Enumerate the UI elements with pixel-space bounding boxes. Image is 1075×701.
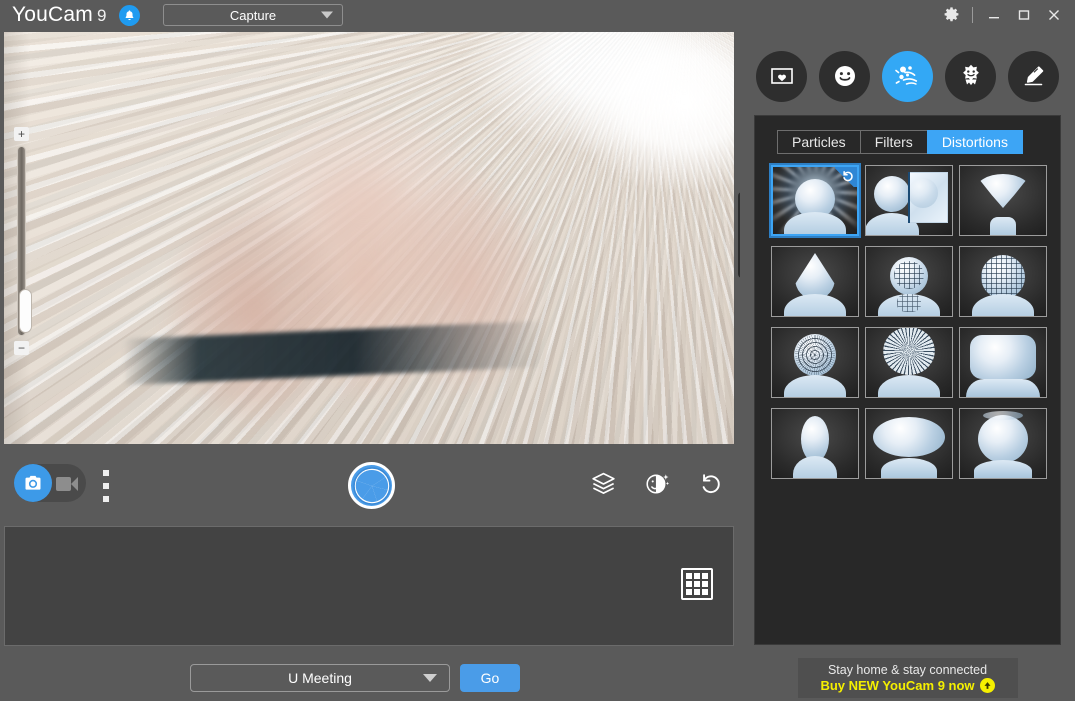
brand-version: 9 — [96, 6, 107, 25]
brand-name: YouCam — [12, 3, 93, 26]
promo-banner[interactable]: Stay home & stay connected Buy NEW YouCa… — [797, 658, 1018, 698]
effect-type-tabs: Particles Filters Distortions — [777, 130, 1023, 154]
effect-body — [990, 217, 1016, 235]
effect-body — [972, 294, 1034, 316]
effect-body — [784, 294, 846, 316]
zoom-slider[interactable]: + − — [14, 127, 32, 355]
particles-icon[interactable] — [882, 50, 933, 102]
promo-line-2[interactable]: Buy NEW YouCam 9 now — [820, 678, 995, 693]
meeting-app-label: U Meeting — [288, 670, 352, 686]
capture-gallery-strip[interactable] — [4, 526, 734, 646]
effects-panel: Particles Filters Distortions — [754, 115, 1061, 645]
window-controls-separator — [972, 7, 973, 23]
zoom-in-button[interactable]: + — [14, 127, 29, 141]
reset-rotate-icon[interactable] — [696, 468, 726, 498]
draw-icon[interactable] — [1008, 50, 1059, 102]
effect-body — [966, 379, 1040, 397]
zoom-slider-thumb[interactable] — [19, 289, 32, 333]
mesh-overlay — [894, 261, 924, 289]
preview-light-source — [564, 32, 734, 192]
maximize-icon[interactable] — [1009, 0, 1039, 30]
main-pane: YouCam 9 Capture + − U Meeting Go — [0, 0, 740, 701]
effect-thumb-grid-sphere[interactable] — [959, 246, 1047, 317]
capture-mode-dropdown[interactable]: Capture — [163, 4, 343, 26]
zoom-out-button[interactable]: − — [14, 341, 29, 355]
zoom-slider-track[interactable] — [17, 146, 32, 336]
effect-thumb-bubble-head[interactable] — [959, 408, 1047, 479]
effect-thumb-funnel[interactable] — [959, 165, 1047, 236]
bubble-highlight — [983, 411, 1023, 420]
shutter-aperture-icon[interactable] — [348, 462, 395, 509]
effect-thumb-light-burst[interactable] — [769, 163, 861, 238]
effect-thumb-narrow-head[interactable] — [771, 408, 859, 479]
effect-thumbnail-grid — [769, 163, 1047, 479]
effect-category-bar — [756, 48, 1059, 104]
effect-head — [873, 417, 945, 457]
more-vertical-icon[interactable] — [103, 470, 109, 502]
effect-thumb-square-head[interactable] — [959, 327, 1047, 398]
effect-thumb-pinch-mesh[interactable] — [771, 327, 859, 398]
avatar-icon[interactable] — [945, 50, 996, 102]
preview-subject-hand — [164, 112, 584, 444]
meeting-app-dropdown[interactable]: U Meeting — [190, 664, 450, 692]
emotion-icon[interactable] — [819, 50, 870, 102]
beautify-face-icon[interactable] — [642, 468, 672, 498]
effect-thumb-swirl[interactable] — [865, 327, 953, 398]
video-camera-icon[interactable] — [56, 476, 78, 491]
footer-bar: U Meeting Go — [0, 655, 740, 701]
pinch-grid-overlay — [795, 335, 835, 375]
youcam-app-window: YouCam 9 Capture + − U Meeting Go Partic… — [0, 0, 1075, 701]
tab-filters[interactable]: Filters — [859, 130, 928, 154]
grid-view-icon[interactable] — [681, 568, 713, 600]
grid-overlay — [981, 255, 1025, 299]
swirl-overlay — [883, 328, 935, 376]
effect-head — [970, 335, 1036, 379]
reset-rotate-icon[interactable] — [835, 167, 857, 187]
effect-thumb-mirror[interactable] — [865, 165, 953, 236]
minimize-icon[interactable] — [979, 0, 1009, 30]
frames-icon[interactable] — [756, 50, 807, 102]
tab-distortions[interactable]: Distortions — [926, 130, 1023, 154]
effect-thumb-wide-head[interactable] — [865, 408, 953, 479]
video-preview[interactable] — [4, 32, 734, 444]
effect-tool-group — [588, 468, 726, 498]
tab-particles[interactable]: Particles — [777, 130, 861, 154]
capture-mode-toggle[interactable] — [14, 464, 86, 502]
effect-thumb-mesh-face[interactable] — [865, 246, 953, 317]
effect-body — [784, 375, 846, 397]
effect-body — [878, 375, 940, 397]
gear-icon[interactable] — [936, 0, 966, 30]
effect-head — [795, 253, 835, 299]
effect-head-reflection — [907, 178, 938, 208]
close-icon[interactable] — [1039, 0, 1069, 30]
promo-cta-label: Buy NEW YouCam 9 now — [820, 678, 975, 693]
mirror-axis — [908, 172, 910, 223]
effect-body — [881, 458, 937, 478]
chevron-down-icon — [423, 674, 437, 682]
chevron-down-icon — [321, 11, 333, 19]
layers-icon[interactable] — [588, 468, 618, 498]
effect-head — [975, 174, 1031, 208]
arrow-up-circle-icon — [979, 678, 995, 693]
go-button[interactable]: Go — [460, 664, 520, 692]
camera-icon[interactable] — [14, 464, 52, 502]
title-bar: YouCam 9 Capture — [0, 0, 740, 30]
bell-icon[interactable] — [118, 4, 140, 26]
effect-head — [978, 415, 1028, 463]
effects-pane: Particles Filters Distortions Stay home … — [740, 0, 1075, 701]
capture-mode-label: Capture — [229, 7, 277, 23]
window-controls — [936, 0, 1069, 30]
effect-head — [873, 176, 910, 212]
effect-body — [974, 460, 1032, 478]
effect-body — [793, 456, 837, 478]
app-logo: YouCam 9 — [12, 3, 140, 27]
promo-line-1: Stay home & stay connected — [827, 663, 988, 677]
mesh-overlay-lower — [897, 294, 921, 312]
effect-thumb-cone-head[interactable] — [771, 246, 859, 317]
